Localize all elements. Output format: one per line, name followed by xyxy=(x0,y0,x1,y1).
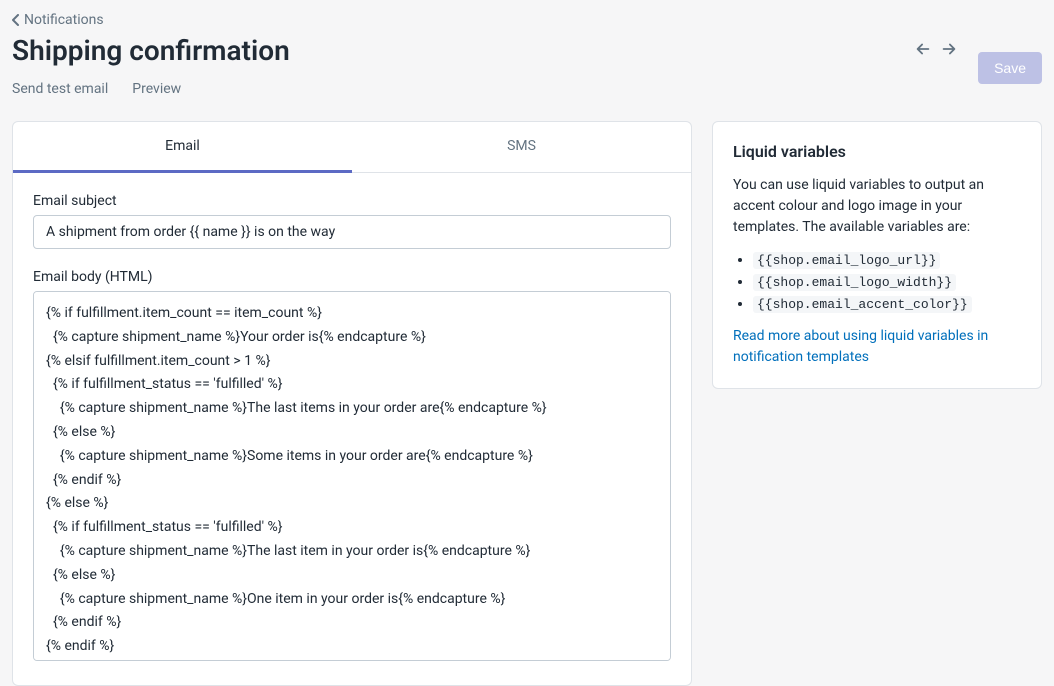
variable-list: {{shop.email_logo_url}} {{shop.email_log… xyxy=(733,252,1021,312)
sidebar-description: You can use liquid variables to output a… xyxy=(733,175,1021,238)
arrow-right-icon[interactable] xyxy=(940,40,958,58)
breadcrumb-label: Notifications xyxy=(24,12,104,28)
sidebar-title: Liquid variables xyxy=(733,142,1021,161)
liquid-variables-card: Liquid variables You can use liquid vari… xyxy=(712,121,1042,389)
tab-sms[interactable]: SMS xyxy=(352,122,691,172)
chevron-left-icon xyxy=(12,14,20,26)
editor-card: Email SMS Email subject Email body (HTML… xyxy=(12,121,692,686)
send-test-email-link[interactable]: Send test email xyxy=(12,81,108,97)
read-more-link[interactable]: Read more about using liquid variables i… xyxy=(733,328,988,365)
list-item: {{shop.email_accent_color}} xyxy=(753,296,1021,312)
email-subject-input[interactable] xyxy=(33,215,671,249)
page-title: Shipping confirmation xyxy=(12,34,914,67)
list-item: {{shop.email_logo_url}} xyxy=(753,252,1021,268)
list-item: {{shop.email_logo_width}} xyxy=(753,274,1021,290)
save-button[interactable]: Save xyxy=(978,52,1042,84)
email-body-textarea[interactable] xyxy=(33,291,671,661)
breadcrumb[interactable]: Notifications xyxy=(12,12,104,28)
email-body-label: Email body (HTML) xyxy=(33,269,671,285)
variable-code: {{shop.email_logo_width}} xyxy=(753,274,956,291)
tabs: Email SMS xyxy=(13,122,691,173)
variable-code: {{shop.email_logo_url}} xyxy=(753,252,940,269)
email-subject-label: Email subject xyxy=(33,193,671,209)
preview-link[interactable]: Preview xyxy=(132,81,181,97)
variable-code: {{shop.email_accent_color}} xyxy=(753,296,972,313)
tab-email[interactable]: Email xyxy=(13,122,352,173)
arrow-left-icon[interactable] xyxy=(914,40,932,58)
